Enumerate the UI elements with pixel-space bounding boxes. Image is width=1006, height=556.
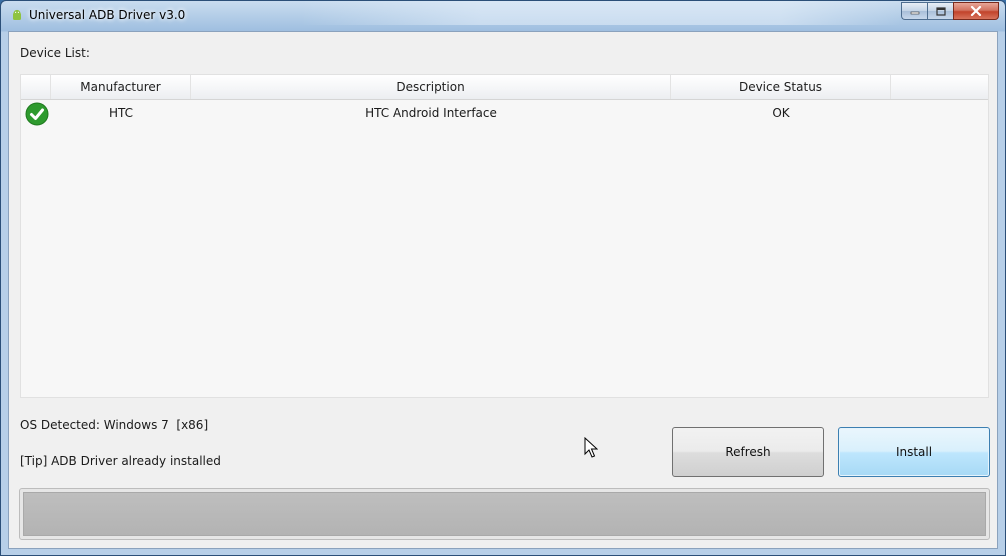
check-circle-icon: [25, 102, 49, 126]
progress-track: [23, 492, 986, 536]
description-cell: HTC Android Interface: [365, 106, 497, 120]
app-window: Universal ADB Driver v3.0 Device List: M…: [0, 0, 1006, 556]
device-status-cell: OK: [772, 106, 790, 120]
refresh-button[interactable]: Refresh: [672, 427, 824, 477]
minimize-icon: [910, 11, 919, 15]
tip-label: [Tip] ADB Driver already installed: [20, 454, 221, 468]
title-bar[interactable]: Universal ADB Driver v3.0: [1, 1, 1005, 31]
os-detected-label: OS Detected: Windows 7 [x86]: [20, 418, 209, 432]
install-button[interactable]: Install: [838, 427, 990, 477]
manufacturer-cell: HTC: [108, 106, 134, 120]
main-panel: Device List: Manufacturer Description De…: [8, 31, 998, 549]
close-icon: [970, 6, 982, 16]
device-list-label: Device List:: [20, 46, 90, 60]
mouse-cursor-icon: [584, 437, 598, 458]
android-icon: [13, 9, 21, 20]
maximize-button[interactable]: [927, 2, 953, 20]
column-header-manufacturer[interactable]: Manufacturer: [51, 75, 191, 99]
column-header-device-status[interactable]: Device Status: [671, 75, 891, 99]
close-button[interactable]: [953, 2, 999, 20]
device-list-header: Manufacturer Description Device Status: [21, 75, 988, 100]
column-header-status-icon[interactable]: [21, 75, 51, 99]
minimize-button[interactable]: [901, 2, 927, 20]
device-list[interactable]: Manufacturer Description Device Status H…: [20, 74, 989, 398]
table-row[interactable]: HTC HTC Android Interface OK: [21, 100, 988, 126]
window-controls: [901, 2, 999, 20]
maximize-icon: [935, 6, 946, 16]
column-header-description[interactable]: Description: [191, 75, 671, 99]
window-title: Universal ADB Driver v3.0: [29, 8, 186, 22]
progress-bar: [19, 488, 990, 540]
title-bar-glass: [301, 1, 901, 25]
